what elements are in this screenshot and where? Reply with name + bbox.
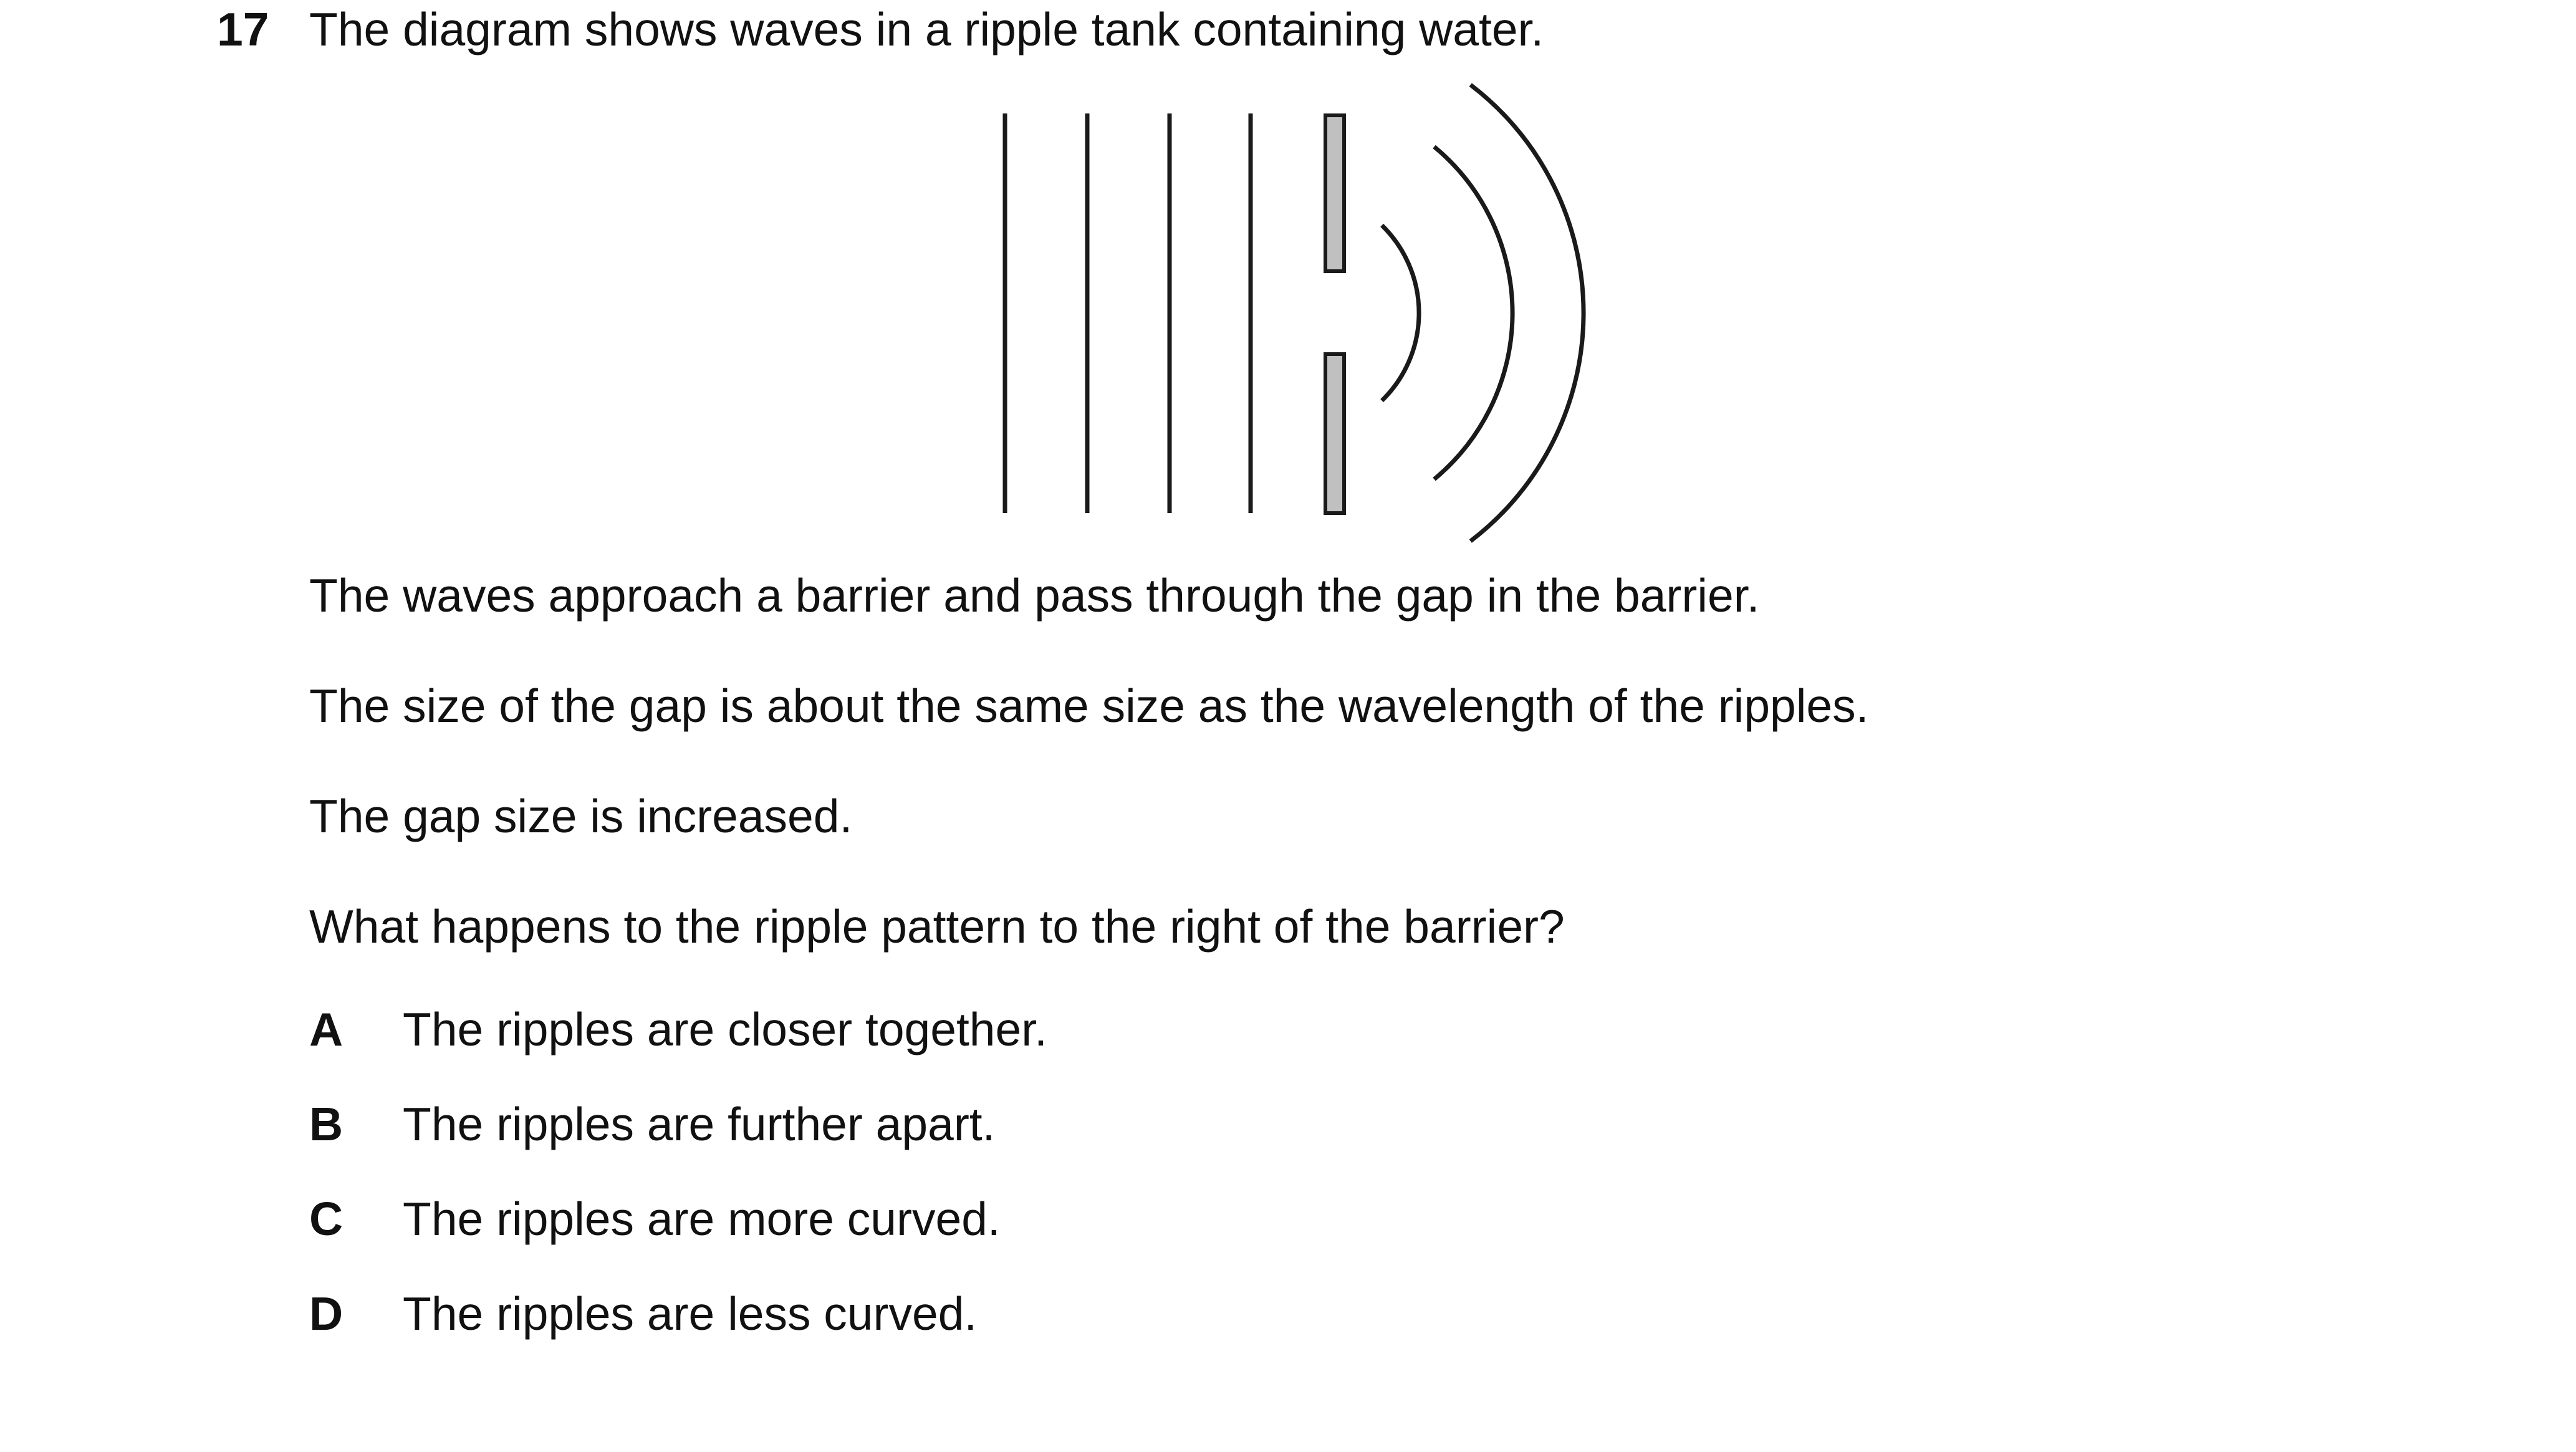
paragraph-gap-increased: The gap size is increased.	[309, 790, 853, 842]
option-a[interactable]: A The ripples are closer together.	[309, 1001, 1047, 1057]
ripple-tank-diagram	[1002, 83, 1586, 543]
paragraph-question: What happens to the ripple pattern to th…	[309, 900, 1565, 953]
diffracted-wavefront	[1469, 83, 1586, 543]
diffracted-wavefronts	[1380, 83, 1586, 543]
barrier-lower	[1324, 352, 1346, 515]
barrier	[1324, 113, 1346, 515]
option-a-letter: A	[309, 1003, 344, 1055]
option-b-text: The ripples are further apart.	[403, 1098, 996, 1150]
paragraph-barrier: The waves approach a barrier and pass th…	[309, 569, 1760, 622]
paragraph-gap-size: The size of the gap is about the same si…	[309, 680, 1869, 732]
option-c-letter: C	[309, 1193, 344, 1245]
option-b-letter: B	[309, 1098, 344, 1150]
option-c[interactable]: C The ripples are more curved.	[309, 1191, 1001, 1247]
option-d-text: The ripples are less curved.	[403, 1287, 978, 1340]
diffracted-wavefront	[1433, 145, 1515, 481]
option-d[interactable]: D The ripples are less curved.	[309, 1286, 977, 1342]
option-a-text: The ripples are closer together.	[403, 1003, 1047, 1055]
option-d-letter: D	[309, 1287, 344, 1340]
diffracted-wavefront	[1380, 223, 1421, 403]
option-c-text: The ripples are more curved.	[403, 1193, 1001, 1245]
option-b[interactable]: B The ripples are further apart.	[309, 1096, 995, 1152]
barrier-upper	[1324, 113, 1346, 273]
incident-wavefronts	[1002, 113, 1253, 513]
